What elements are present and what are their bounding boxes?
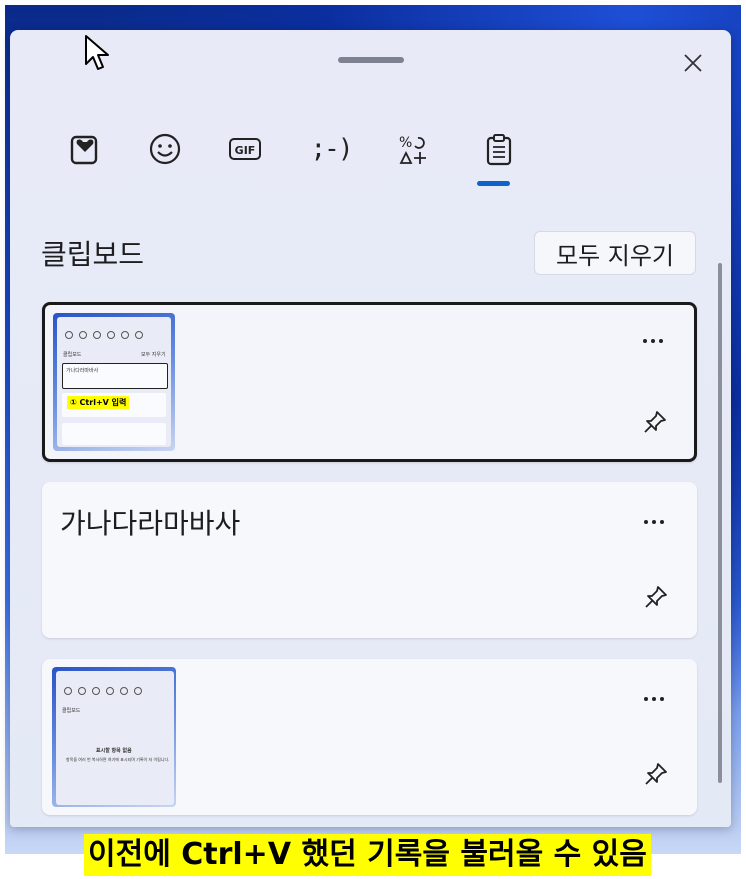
item-text: 가나다라마바사: [60, 507, 241, 540]
pin-button[interactable]: [641, 582, 671, 612]
pin-button[interactable]: [640, 407, 670, 437]
panel-tabs: GIF ;-) %: [50, 126, 550, 186]
tab-emoji[interactable]: [142, 126, 188, 172]
emoji-icon: [149, 133, 181, 165]
clipboard-item-2[interactable]: 가나다라마바사: [42, 482, 697, 638]
symbols-icon: %: [399, 135, 426, 164]
more-icon: [643, 339, 663, 343]
thumb-clear: 모두 지우기: [141, 352, 166, 358]
tab-gif[interactable]: GIF: [222, 126, 268, 172]
annotation-caption: 이전에 Ctrl+V 했던 기록을 불러올 수 있음: [84, 834, 651, 876]
section-title: 클립보드: [41, 238, 145, 271]
pin-icon: [645, 586, 667, 608]
heart-clipboard-icon: [70, 135, 98, 165]
more-options-button[interactable]: [639, 689, 669, 709]
more-options-button[interactable]: [639, 512, 669, 532]
tab-favorites[interactable]: [62, 126, 108, 172]
thumb-entry: 가나다라마바사: [66, 368, 99, 374]
kaomoji-icon: ;-): [310, 134, 354, 164]
thumb-heading: 표시할 항목 없음: [96, 748, 132, 754]
close-button[interactable]: [678, 48, 708, 78]
item-thumbnail: 클립보드 표시할 항목 없음 항목을 여러 번 복사하면 여기에 표시되며 기록…: [52, 667, 176, 807]
thumb-title: 클립보드: [62, 708, 81, 714]
thumb-title: 클립보드: [63, 352, 82, 358]
pin-icon: [645, 763, 667, 785]
tab-clipboard[interactable]: [476, 126, 522, 172]
clipboard-item-1[interactable]: 클립보드 모두 지우기 가나다라마바사 ① Ctrl+V 입력: [42, 302, 697, 462]
svg-text:%: %: [399, 135, 412, 151]
mouse-cursor-icon: [85, 35, 109, 70]
tab-symbols[interactable]: %: [390, 126, 436, 172]
more-icon: [644, 520, 664, 524]
close-icon: [684, 54, 702, 72]
thumb-body: 항목을 여러 번 복사하면 여기에 표시되며 기록이 저 이됩니다.: [66, 757, 170, 762]
pin-icon: [644, 411, 666, 433]
drag-handle[interactable]: [338, 57, 404, 63]
clipboard-item-3[interactable]: 클립보드 표시할 항목 없음 항목을 여러 번 복사하면 여기에 표시되며 기록…: [42, 659, 697, 815]
clear-all-button[interactable]: 모두 지우기: [534, 231, 696, 275]
pin-button[interactable]: [641, 759, 671, 789]
svg-text:GIF: GIF: [235, 144, 256, 157]
clipboard-history-panel: GIF ;-) % 클립보드 모두 지우기 클립보드 모두 지우기 가나다라마바…: [10, 30, 731, 827]
gif-icon: GIF: [229, 138, 261, 160]
active-tab-indicator: [477, 181, 510, 186]
more-options-button[interactable]: [638, 331, 668, 351]
more-icon: [644, 697, 664, 701]
tab-kaomoji[interactable]: ;-): [308, 126, 354, 172]
thumb-highlight: ① Ctrl+V 입력: [67, 396, 130, 409]
item-thumbnail: 클립보드 모두 지우기 가나다라마바사 ① Ctrl+V 입력: [53, 313, 175, 451]
clipboard-icon: [486, 134, 512, 166]
scrollbar[interactable]: [718, 263, 722, 783]
